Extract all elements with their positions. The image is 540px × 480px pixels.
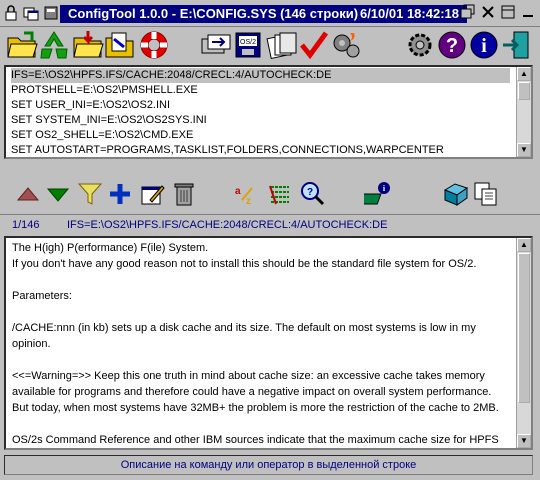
window-title: ConfigTool 1.0.0 - E:\CONFIG.SYS (146 ст…	[60, 5, 467, 23]
list-item[interactable]: SET OS2_SHELL=E:\OS2\CMD.EXE	[11, 128, 510, 143]
filter-icon[interactable]	[74, 178, 106, 210]
description-paragraph: OS/2s Command Reference and other IBM so…	[12, 434, 499, 446]
swap-icon[interactable]: az	[230, 178, 262, 210]
svg-text:z: z	[246, 196, 251, 207]
lifebuoy-icon[interactable]	[138, 29, 170, 61]
system-menu-icon[interactable]	[42, 4, 60, 22]
os2-boot-icon[interactable]: OS/2	[232, 29, 264, 61]
svg-text:OS/2: OS/2	[240, 39, 256, 46]
description-paragraph: <<=Warning=>> Keep this one truth in min…	[12, 370, 499, 414]
config-lines-list[interactable]: IFS=E:\OS2\HPFS.IFS/CACHE:2048/CRECL:4/A…	[4, 65, 533, 159]
exit-icon[interactable]	[500, 29, 532, 61]
help-icon[interactable]: ?	[436, 29, 468, 61]
window-list-icon[interactable]	[22, 4, 40, 22]
window-title-text: ConfigTool 1.0.0 - E:\CONFIG.SYS (146 ст…	[68, 6, 359, 21]
line-position: 1/146	[12, 219, 40, 231]
list-item[interactable]: SET AUTOSTART=PROGRAMS,TASKLIST,FOLDERS,…	[11, 143, 510, 157]
list-scrollbar[interactable]: ▲ ▼	[516, 67, 531, 157]
gears-fire-icon[interactable]	[330, 29, 362, 61]
edit-toolbar: az ? i	[0, 176, 540, 212]
title-bar: ConfigTool 1.0.0 - E:\CONFIG.SYS (146 ст…	[0, 0, 540, 27]
description-scrollbar[interactable]: ▲ ▼	[516, 238, 531, 448]
list-item[interactable]: SET SYSTEM_INI=E:\OS2\OS2SYS.INI	[11, 113, 510, 128]
open-folder-icon[interactable]	[6, 29, 38, 61]
folder-save-icon[interactable]	[72, 29, 104, 61]
move-up-icon[interactable]	[12, 178, 44, 210]
search-icon[interactable]: ?	[296, 178, 328, 210]
current-line-info: 1/146 IFS=E:\OS2\HPFS.IFS/CACHE:2048/CRE…	[0, 214, 540, 234]
svg-text:i: i	[481, 35, 487, 57]
status-bar: Описание на команду или оператор в выдел…	[4, 455, 533, 475]
list-item[interactable]: IFS=E:\OS2\HPFS.IFS/CACHE:2048/CRECL:4/A…	[11, 68, 510, 83]
description-paragraph: The H(igh) P(erformance) F(ile) System.	[12, 242, 209, 254]
restore-icon[interactable]	[459, 4, 477, 22]
scroll-thumb[interactable]	[518, 253, 530, 403]
checkmark-icon[interactable]	[298, 29, 330, 61]
scroll-up-icon[interactable]: ▲	[517, 67, 531, 81]
svg-text:?: ?	[307, 187, 313, 198]
current-line-text: IFS=E:\OS2\HPFS.IFS/CACHE:2048/CRECL:4/A…	[67, 219, 388, 231]
settings-gear-icon[interactable]	[404, 29, 436, 61]
list-item[interactable]: SET USER_INI=E:\OS2\OS2.INI	[11, 98, 510, 113]
status-text: Описание на команду или оператор в выдел…	[120, 459, 417, 471]
svg-text:?: ?	[446, 35, 458, 57]
move-down-icon[interactable]	[42, 178, 74, 210]
delete-icon[interactable]	[168, 178, 200, 210]
move-icon[interactable]	[200, 29, 232, 61]
hardware-info-icon[interactable]: i	[362, 178, 394, 210]
scroll-thumb[interactable]	[518, 82, 530, 100]
scroll-down-icon[interactable]: ▼	[517, 143, 531, 157]
folder-arrow-icon[interactable]	[104, 29, 136, 61]
svg-text:a: a	[235, 186, 241, 197]
description-paragraph: If you don't have any good reason not to…	[12, 258, 477, 270]
description-panel[interactable]: The H(igh) P(erformance) F(ile) System. …	[4, 236, 533, 450]
cards-icon[interactable]	[266, 29, 298, 61]
edit-icon[interactable]	[136, 178, 168, 210]
copy-icon[interactable]	[470, 178, 502, 210]
tile-icon[interactable]	[499, 4, 517, 22]
main-toolbar: OS/2 ? i	[0, 27, 540, 63]
minimize-icon[interactable]	[519, 4, 537, 22]
format-list-icon[interactable]	[264, 178, 296, 210]
scroll-up-icon[interactable]: ▲	[517, 238, 531, 252]
book-icon[interactable]	[440, 178, 472, 210]
list-item[interactable]: PROTSHELL=E:\OS2\PMSHELL.EXE	[11, 83, 510, 98]
recycle-icon[interactable]	[38, 29, 70, 61]
scroll-down-icon[interactable]: ▼	[517, 434, 531, 448]
window-datetime: 6/10/01 18:42:18	[359, 6, 459, 21]
description-paragraph: Parameters:	[12, 290, 72, 302]
close-icon[interactable]	[479, 4, 497, 22]
info-icon[interactable]: i	[468, 29, 500, 61]
lock-icon[interactable]	[2, 4, 20, 22]
description-paragraph: /CACHE:nnn (in kb) sets up a disk cache …	[12, 322, 476, 350]
add-icon[interactable]	[104, 178, 136, 210]
